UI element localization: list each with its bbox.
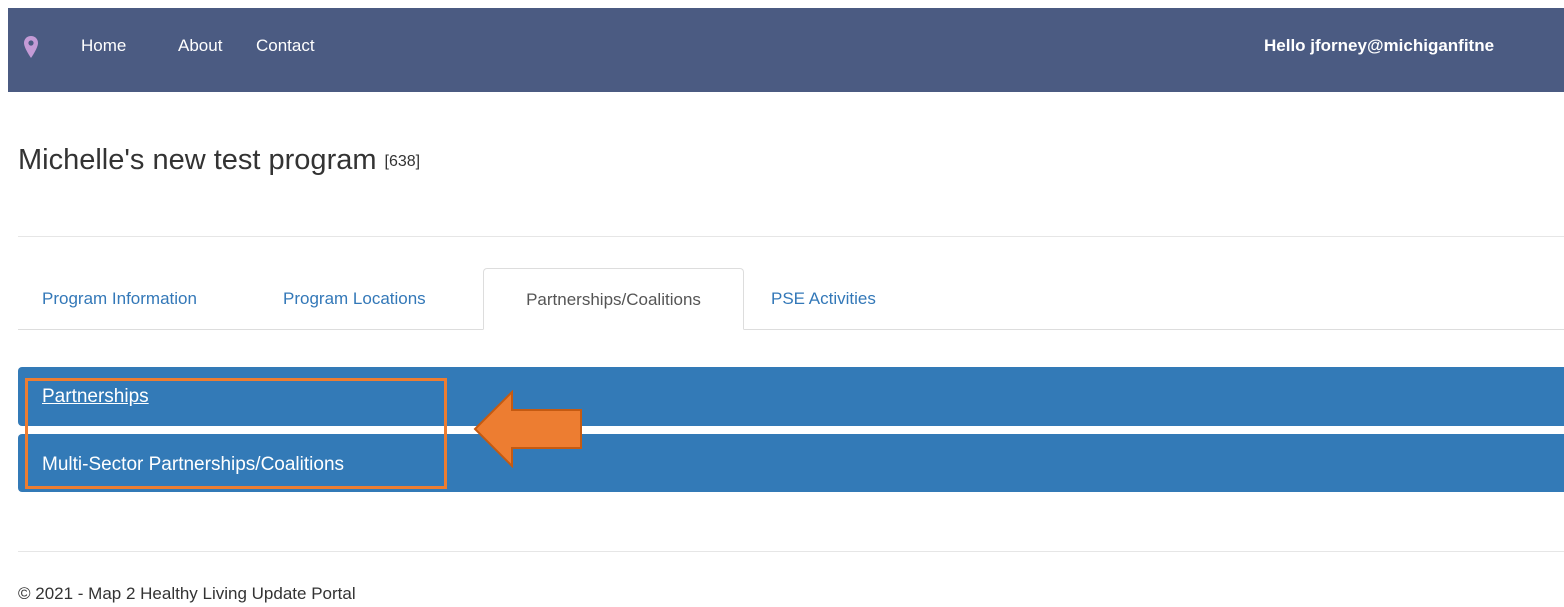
user-greeting-link[interactable]: Hello jforney@michiganfitne — [1264, 36, 1564, 56]
tab-program-locations[interactable]: Program Locations — [283, 268, 426, 330]
nav-contact-link[interactable]: Contact — [256, 36, 315, 56]
program-title: Michelle's new test program — [18, 144, 377, 176]
map-marker-icon[interactable] — [24, 36, 38, 58]
nav-home-link[interactable]: Home — [81, 36, 126, 56]
nav-about-link[interactable]: About — [178, 36, 222, 56]
tab-program-information[interactable]: Program Information — [42, 268, 197, 330]
program-id: [638] — [384, 153, 421, 170]
tab-pse-activities[interactable]: PSE Activities — [771, 268, 876, 330]
divider-top — [18, 236, 1564, 237]
annotation-highlight-box — [25, 378, 447, 489]
page-title: Michelle's new test program [638] — [18, 142, 420, 180]
divider-bottom — [18, 551, 1564, 552]
tab-partnerships-coalitions[interactable]: Partnerships/Coalitions — [483, 268, 744, 330]
footer-copyright: © 2021 - Map 2 Healthy Living Update Por… — [18, 584, 356, 603]
left-arrow-icon — [473, 390, 582, 468]
top-navbar: Home About Contact Hello jforney@michiga… — [8, 8, 1564, 92]
